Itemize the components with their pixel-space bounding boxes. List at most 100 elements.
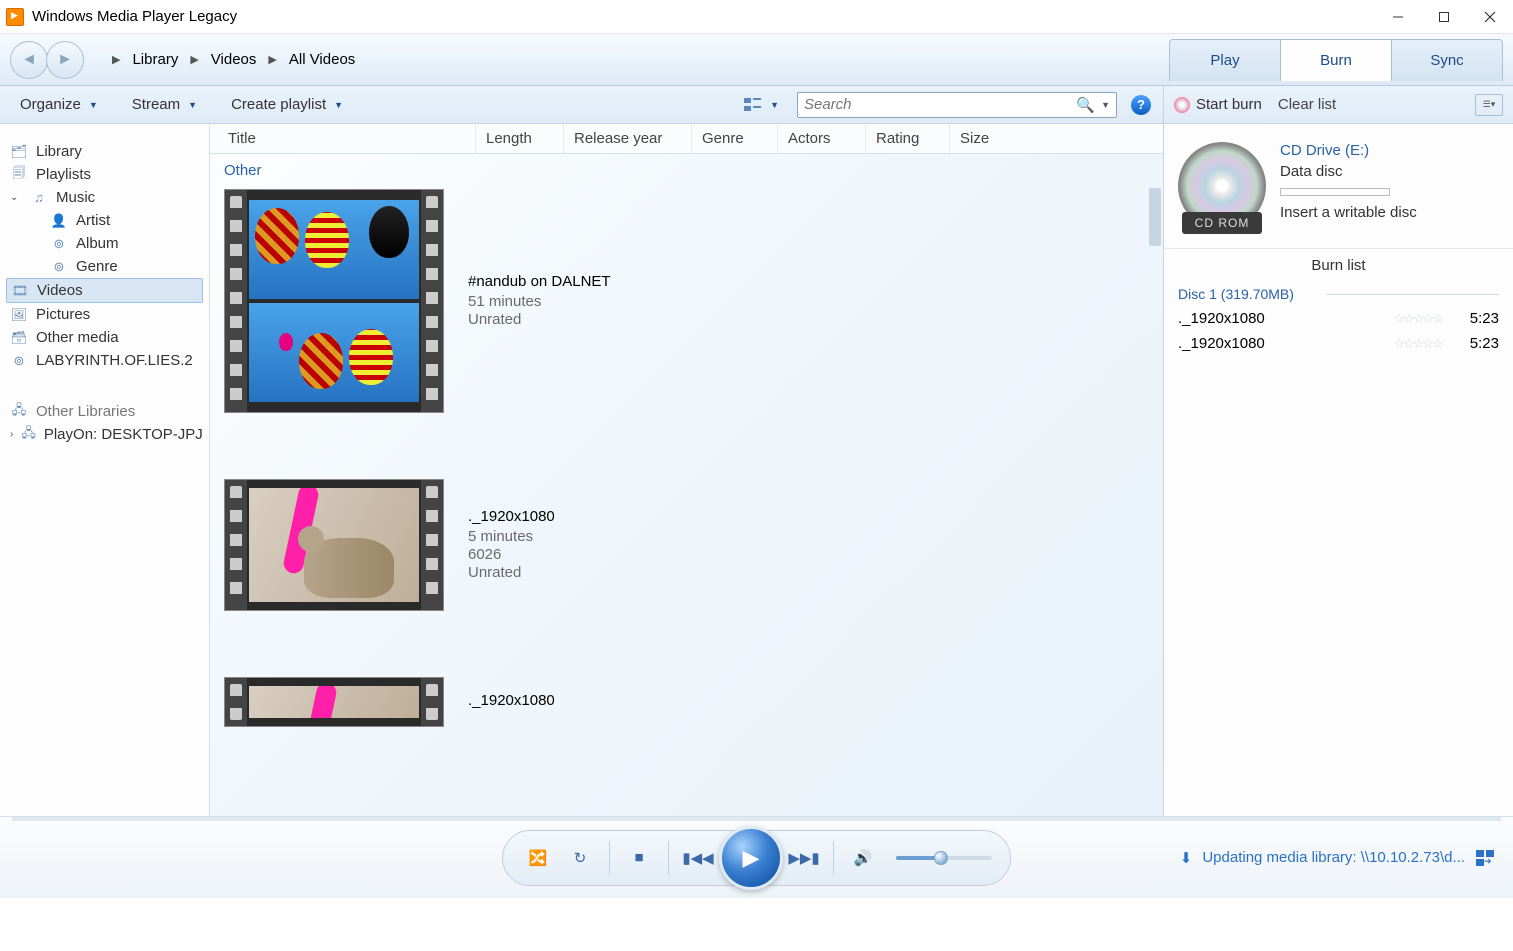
video-length: 51 minutes (468, 293, 611, 310)
chevron-right-icon: ▶ (268, 53, 276, 66)
burn-list-header: Burn list (1164, 248, 1513, 282)
video-thumbnail[interactable] (224, 677, 444, 727)
nav-library[interactable]: 🗂Library (6, 140, 203, 163)
nav-videos[interactable]: 🎞Videos (6, 278, 203, 303)
status-area: ⬇ Updating media library: \\10.10.2.73\d… (1180, 849, 1495, 867)
view-options-button[interactable]: ▼ (736, 94, 787, 116)
group-header[interactable]: Other (210, 154, 1163, 183)
col-length[interactable]: Length (476, 124, 564, 153)
mute-button[interactable]: 🔊 (846, 841, 880, 875)
volume-slider[interactable] (896, 856, 992, 860)
chevron-right-icon[interactable]: ▶ (112, 53, 120, 66)
video-rating: Unrated (468, 311, 611, 328)
title-bar: Windows Media Player Legacy (0, 0, 1513, 34)
col-genre[interactable]: Genre (692, 124, 778, 153)
col-title[interactable]: Title (218, 124, 476, 153)
cd-rom-icon: CD ROM (1178, 142, 1266, 230)
nav-album[interactable]: ⊚Album (6, 232, 203, 255)
repeat-button[interactable]: ↻ (563, 841, 597, 875)
video-item[interactable]: ._1920x1080 5 minutes 6026 Unrated (210, 473, 1163, 671)
search-dropdown[interactable]: ▼ (1101, 100, 1110, 110)
play-button[interactable]: ▶ (719, 826, 783, 890)
video-thumbnail[interactable] (224, 189, 444, 413)
status-text: Updating media library: \\10.10.2.73\d..… (1202, 849, 1465, 866)
start-burn-button[interactable]: Start burn (1174, 96, 1262, 113)
next-button[interactable]: ▶▶▮ (787, 841, 821, 875)
burn-list-item[interactable]: ._1920x1080 ☆☆☆☆☆ 5:23 (1164, 331, 1513, 356)
video-list[interactable]: Other #nandub on DALNET 51 minutes Unrat… (210, 154, 1163, 816)
video-item[interactable]: #nandub on DALNET 51 minutes Unrated (210, 183, 1163, 473)
col-size[interactable]: Size (950, 124, 1010, 153)
app-title: Windows Media Player Legacy (32, 8, 237, 25)
rating-stars[interactable]: ☆☆☆☆☆ (1394, 336, 1442, 352)
search-input[interactable] (804, 96, 1076, 113)
nav-disc-item[interactable]: ⊚LABYRINTH.OF.LIES.2 (6, 349, 203, 372)
tab-burn[interactable]: Burn (1280, 39, 1392, 81)
previous-button[interactable]: ▮◀◀ (681, 841, 715, 875)
library-icon: 🗂 (10, 144, 28, 160)
insert-disc-message: Insert a writable disc (1280, 204, 1417, 221)
disc-section-header[interactable]: Disc 1 (319.70MB) (1164, 282, 1513, 306)
playlist-icon: 🗐 (10, 167, 28, 183)
breadcrumb-library[interactable]: Library (132, 51, 178, 68)
nav-music[interactable]: ⌄♫Music (6, 186, 203, 209)
clear-list-button[interactable]: Clear list (1278, 96, 1336, 113)
drive-label[interactable]: CD Drive (E:) (1280, 142, 1417, 159)
drive-info: CD ROM CD Drive (E:) Data disc Insert a … (1164, 124, 1513, 248)
minimize-button[interactable] (1375, 1, 1421, 33)
help-button[interactable]: ? (1131, 95, 1151, 115)
list-options-button[interactable]: ☰▾ (1475, 94, 1503, 116)
create-playlist-menu[interactable]: Create playlist▼ (223, 92, 351, 117)
network-icon: 🖧 (10, 404, 28, 420)
video-rating: Unrated (468, 564, 555, 581)
search-box[interactable]: 🔍 ▼ (797, 92, 1117, 118)
nav-other-media[interactable]: 🗃Other media (6, 326, 203, 349)
video-title: #nandub on DALNET (468, 273, 611, 290)
col-actors[interactable]: Actors (778, 124, 866, 153)
nav-playon[interactable]: ›🖧PlayOn: DESKTOP-JPJ (6, 423, 203, 446)
switch-to-now-playing-button[interactable] (1475, 849, 1495, 867)
nav-genre[interactable]: ⊚Genre (6, 255, 203, 278)
close-button[interactable] (1467, 1, 1513, 33)
app-icon (6, 8, 24, 26)
main-toolbar: Organize▼ Stream▼ Create playlist▼ ▼ 🔍 ▼… (0, 86, 1163, 124)
tab-sync[interactable]: Sync (1391, 39, 1503, 81)
expand-icon[interactable]: › (10, 429, 13, 440)
rating-stars[interactable]: ☆☆☆☆☆ (1394, 311, 1442, 327)
forward-button[interactable]: ► (46, 41, 84, 79)
chevron-right-icon: ▶ (190, 53, 198, 66)
video-item[interactable]: ._1920x1080 (210, 671, 1163, 727)
maximize-button[interactable] (1421, 1, 1467, 33)
back-button[interactable]: ◄ (10, 41, 48, 79)
stop-button[interactable]: ■ (622, 841, 656, 875)
disc-icon: ⊚ (50, 259, 68, 275)
collapse-icon[interactable]: ⌄ (10, 192, 22, 203)
playback-controls: 🔀 ↻ ■ ▮◀◀ ▶ ▶▶▮ 🔊 (502, 830, 1011, 886)
column-headers: Title Length Release year Genre Actors R… (210, 124, 1163, 154)
burn-icon (1174, 97, 1190, 113)
burn-list-item[interactable]: ._1920x1080 ☆☆☆☆☆ 5:23 (1164, 306, 1513, 331)
nav-playlists[interactable]: 🗐Playlists (6, 163, 203, 186)
breadcrumb-videos[interactable]: Videos (211, 51, 257, 68)
breadcrumb-all-videos[interactable]: All Videos (289, 51, 355, 68)
nav-pictures[interactable]: 🖼Pictures (6, 303, 203, 326)
video-title: ._1920x1080 (468, 508, 555, 525)
player-bar: 🔀 ↻ ■ ▮◀◀ ▶ ▶▶▮ 🔊 ⬇ Updating media libra… (0, 816, 1513, 898)
main-pane: Title Length Release year Genre Actors R… (210, 124, 1163, 816)
search-icon[interactable]: 🔍 (1076, 96, 1095, 114)
burn-toolbar: Start burn Clear list ☰▾ (1163, 86, 1513, 124)
scrollbar-thumb[interactable] (1149, 188, 1161, 246)
seek-bar[interactable] (12, 817, 1501, 821)
video-thumbnail[interactable] (224, 479, 444, 611)
nav-artist[interactable]: 👤Artist (6, 209, 203, 232)
disc-space-bar (1280, 188, 1390, 196)
tab-play[interactable]: Play (1169, 39, 1281, 81)
stream-menu[interactable]: Stream▼ (124, 92, 205, 117)
disc-icon: ⊚ (10, 353, 28, 369)
view-icon (744, 98, 762, 112)
nav-other-libraries[interactable]: 🖧Other Libraries (6, 400, 203, 423)
col-release-year[interactable]: Release year (564, 124, 692, 153)
shuffle-button[interactable]: 🔀 (521, 841, 555, 875)
col-rating[interactable]: Rating (866, 124, 950, 153)
organize-menu[interactable]: Organize▼ (12, 92, 106, 117)
